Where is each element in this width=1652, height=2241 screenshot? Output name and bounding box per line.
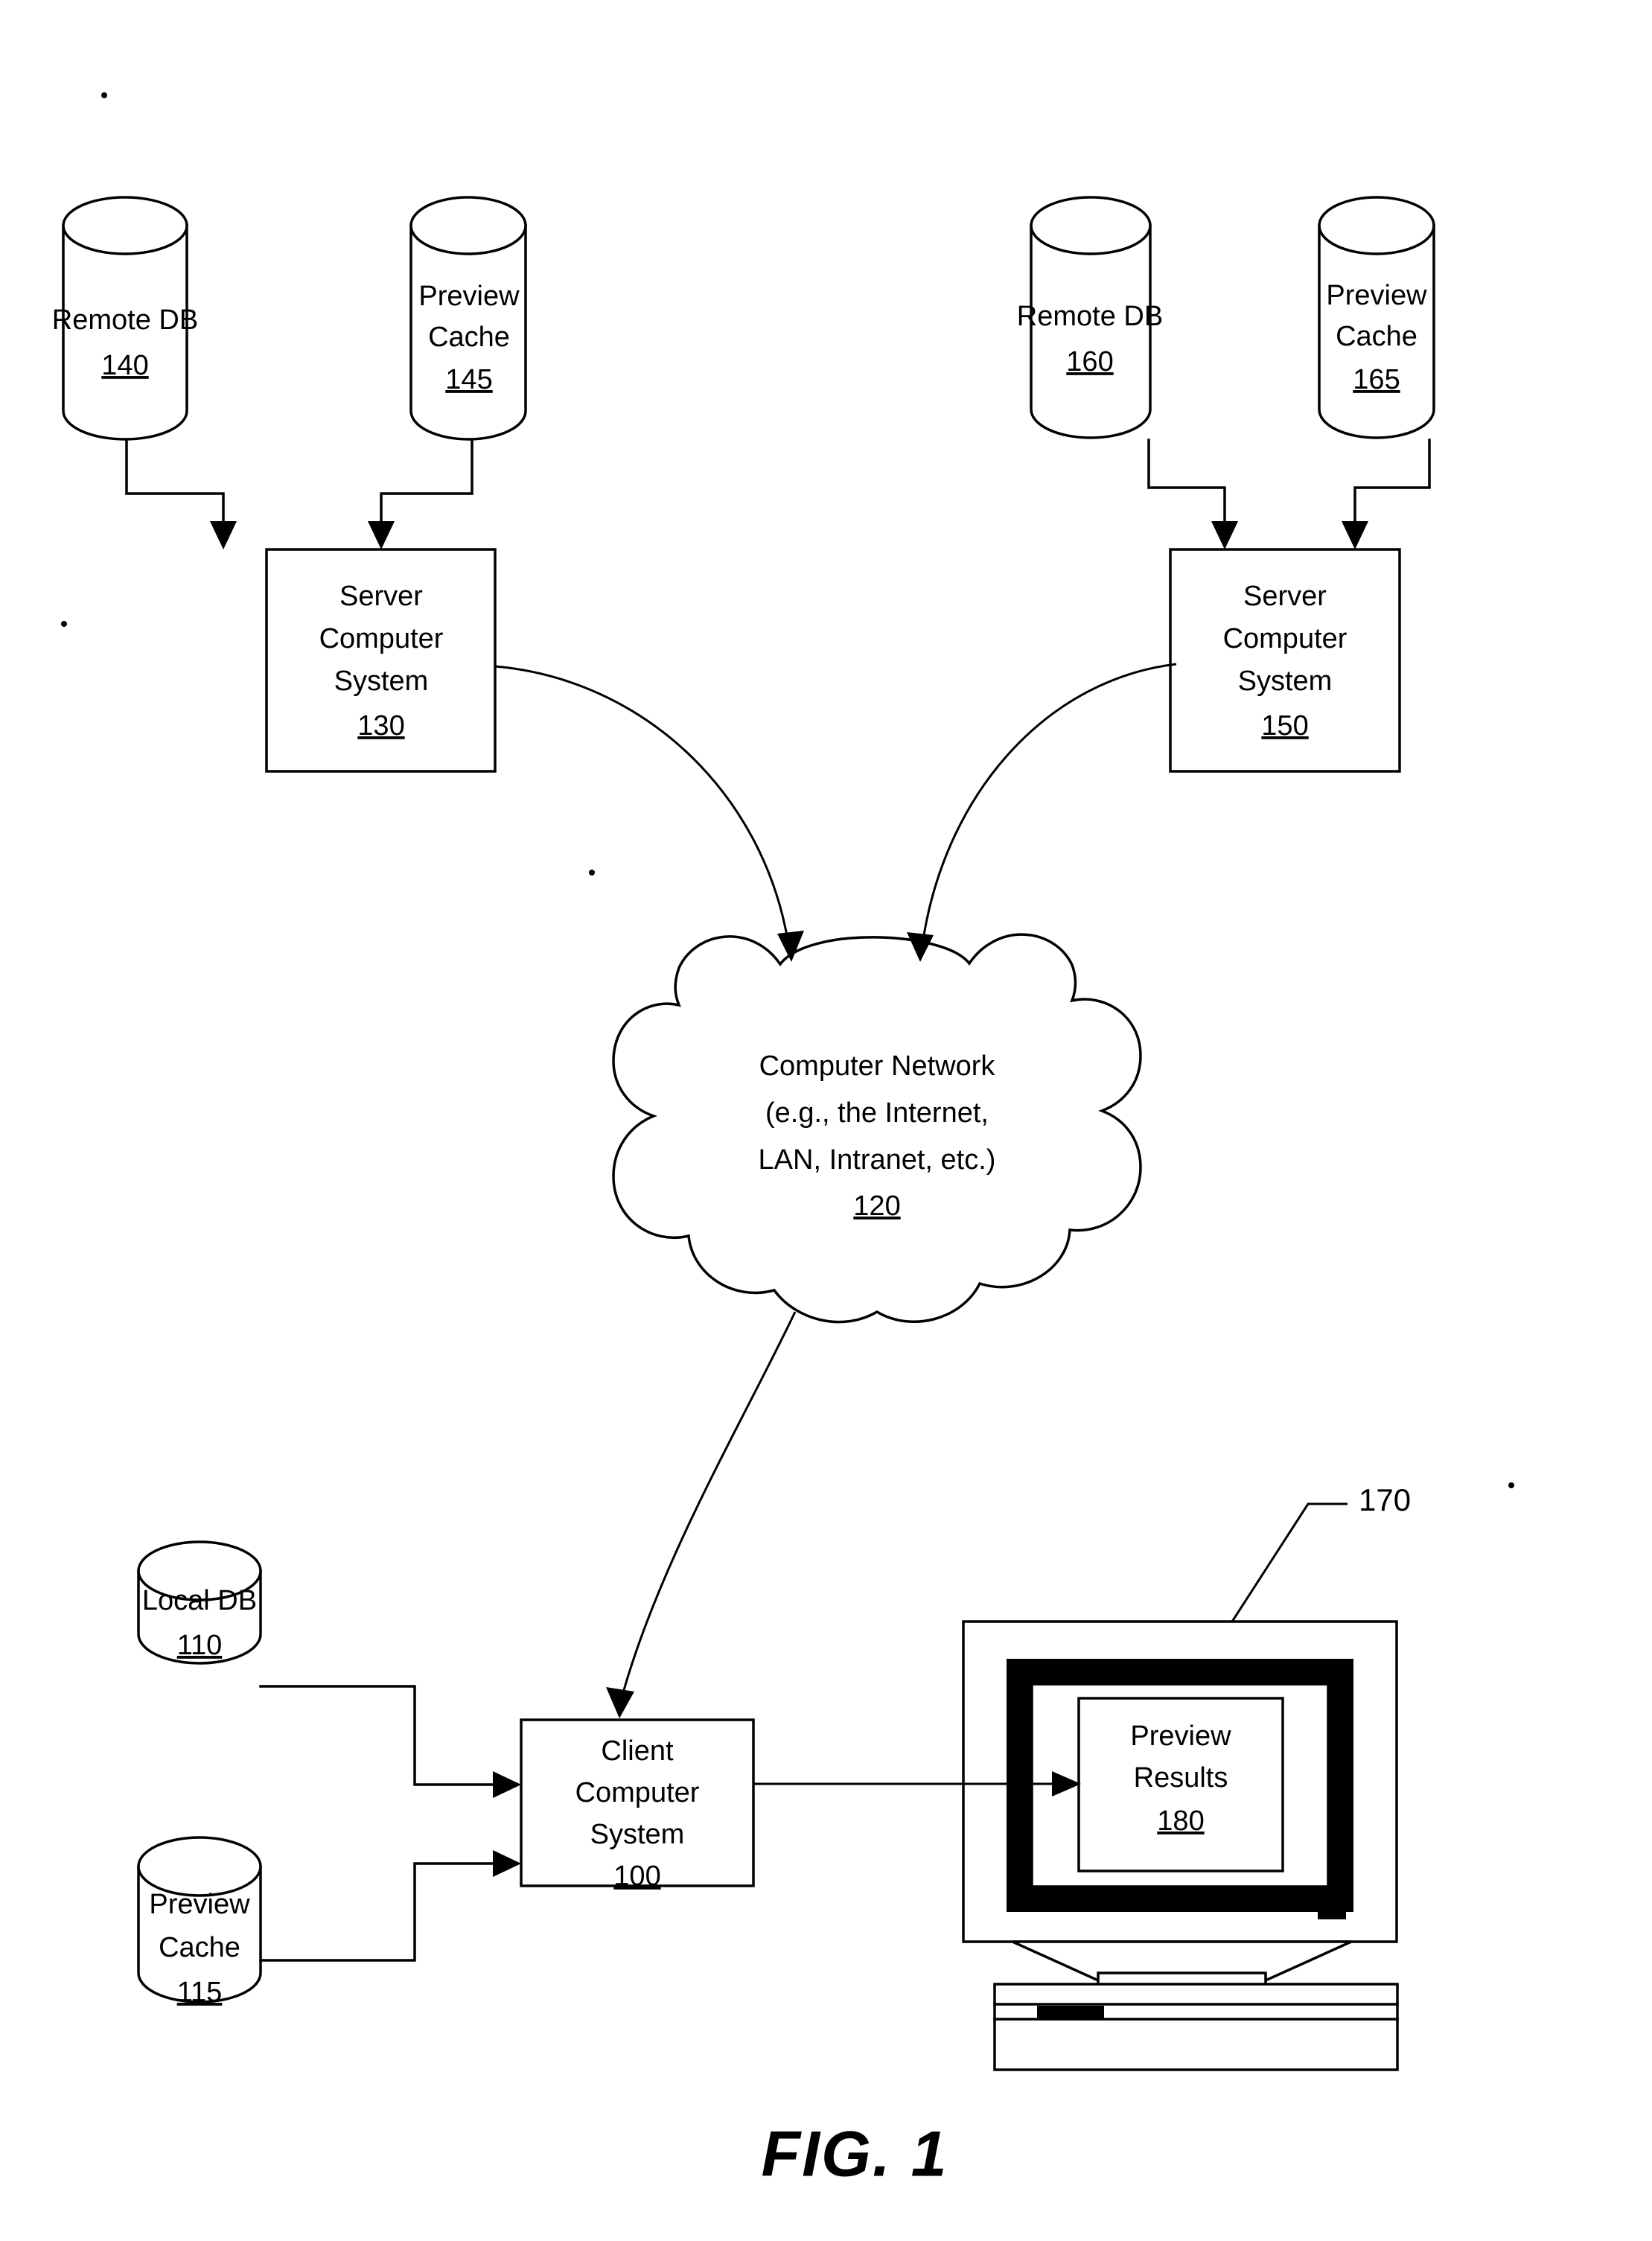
arrowhead xyxy=(493,1850,521,1877)
connector-cloud-to-client xyxy=(606,1311,797,1718)
label-local-db-110: Local DB xyxy=(142,1585,257,1616)
cylinder-top xyxy=(1318,196,1435,255)
connector-145-to-130 xyxy=(368,439,473,549)
cylinder-top xyxy=(1030,196,1152,255)
ref-140: 140 xyxy=(101,350,148,381)
ref-150: 150 xyxy=(1261,710,1308,742)
figure-canvas: Remote DB 140 Preview Cache 145 Server C… xyxy=(52,92,1514,2190)
label-server-130-line3: System xyxy=(334,666,429,697)
arrowhead xyxy=(368,521,395,549)
node-preview-cache-165 xyxy=(1318,196,1435,439)
cylinder-top xyxy=(137,1836,262,1897)
label-client-100-line1: Client xyxy=(601,1735,674,1767)
connector-150-to-cloud xyxy=(907,663,1177,962)
label-network-120-line2: (e.g., the Internet, xyxy=(765,1097,989,1129)
scan-speck xyxy=(589,870,595,876)
connector-165-to-150 xyxy=(1342,439,1431,549)
label-preview-cache-115-line1: Preview xyxy=(149,1889,250,1920)
arrowhead xyxy=(493,1771,521,1798)
ref-180: 180 xyxy=(1157,1805,1204,1837)
drive-slot xyxy=(1037,2006,1104,2018)
ref-130: 130 xyxy=(357,710,404,742)
figure-caption: FIG. 1 xyxy=(762,2119,948,2190)
label-client-100-line2: Computer xyxy=(575,1777,700,1808)
arrowhead xyxy=(210,521,237,549)
connector-140-to-130 xyxy=(125,439,237,549)
computer-base-unit xyxy=(993,1983,1399,2071)
cylinder-top xyxy=(409,196,527,255)
label-preview-cache-165-line1: Preview xyxy=(1326,280,1427,311)
arrowhead xyxy=(1342,521,1368,549)
label-preview-cache-145-line2: Cache xyxy=(428,322,510,353)
scan-speck xyxy=(61,621,67,627)
connector-130-to-cloud xyxy=(494,665,804,962)
patent-figure-1: Remote DB 140 Preview Cache 145 Server C… xyxy=(0,0,1652,2241)
label-preview-cache-165-line2: Cache xyxy=(1336,321,1417,352)
ref-110: 110 xyxy=(177,1630,223,1661)
scan-speck xyxy=(101,92,107,98)
ref-170: 170 xyxy=(1359,1482,1411,1517)
node-preview-cache-145 xyxy=(409,196,527,441)
label-preview-cache-115-line2: Cache xyxy=(159,1932,240,1963)
cylinder-top xyxy=(62,196,188,255)
label-server-150-line2: Computer xyxy=(1223,623,1348,654)
arrowhead xyxy=(606,1687,634,1718)
label-server-130-line2: Computer xyxy=(319,623,444,654)
monitor-power-led xyxy=(1318,1907,1346,1919)
ref-165: 165 xyxy=(1353,364,1400,395)
ref-115: 115 xyxy=(177,1977,223,2008)
label-server-130-line1: Server xyxy=(339,581,423,612)
ref-100: 100 xyxy=(613,1861,660,1892)
label-remote-db-160: Remote DB xyxy=(1017,301,1163,332)
ref-145: 145 xyxy=(445,364,492,395)
connector-160-to-150 xyxy=(1147,439,1238,549)
label-preview-results-180-line1: Preview xyxy=(1130,1721,1231,1752)
arrowhead xyxy=(1211,521,1238,549)
ref-160: 160 xyxy=(1066,346,1113,377)
label-client-100-line3: System xyxy=(590,1819,685,1850)
scan-speck xyxy=(1508,1482,1514,1488)
label-preview-cache-145-line1: Preview xyxy=(418,281,520,312)
connector-110-to-client xyxy=(259,1685,521,1798)
label-server-150-line1: Server xyxy=(1243,581,1327,612)
ref-120: 120 xyxy=(853,1190,900,1222)
connector-115-to-client xyxy=(259,1850,521,1962)
label-preview-results-180-line2: Results xyxy=(1134,1762,1228,1794)
lead-line-170 xyxy=(1231,1502,1348,1622)
label-network-120-line3: LAN, Intranet, etc.) xyxy=(759,1144,996,1176)
label-server-150-line3: System xyxy=(1238,666,1333,697)
label-network-120-line1: Computer Network xyxy=(759,1051,996,1082)
label-remote-db-140: Remote DB xyxy=(52,305,198,336)
